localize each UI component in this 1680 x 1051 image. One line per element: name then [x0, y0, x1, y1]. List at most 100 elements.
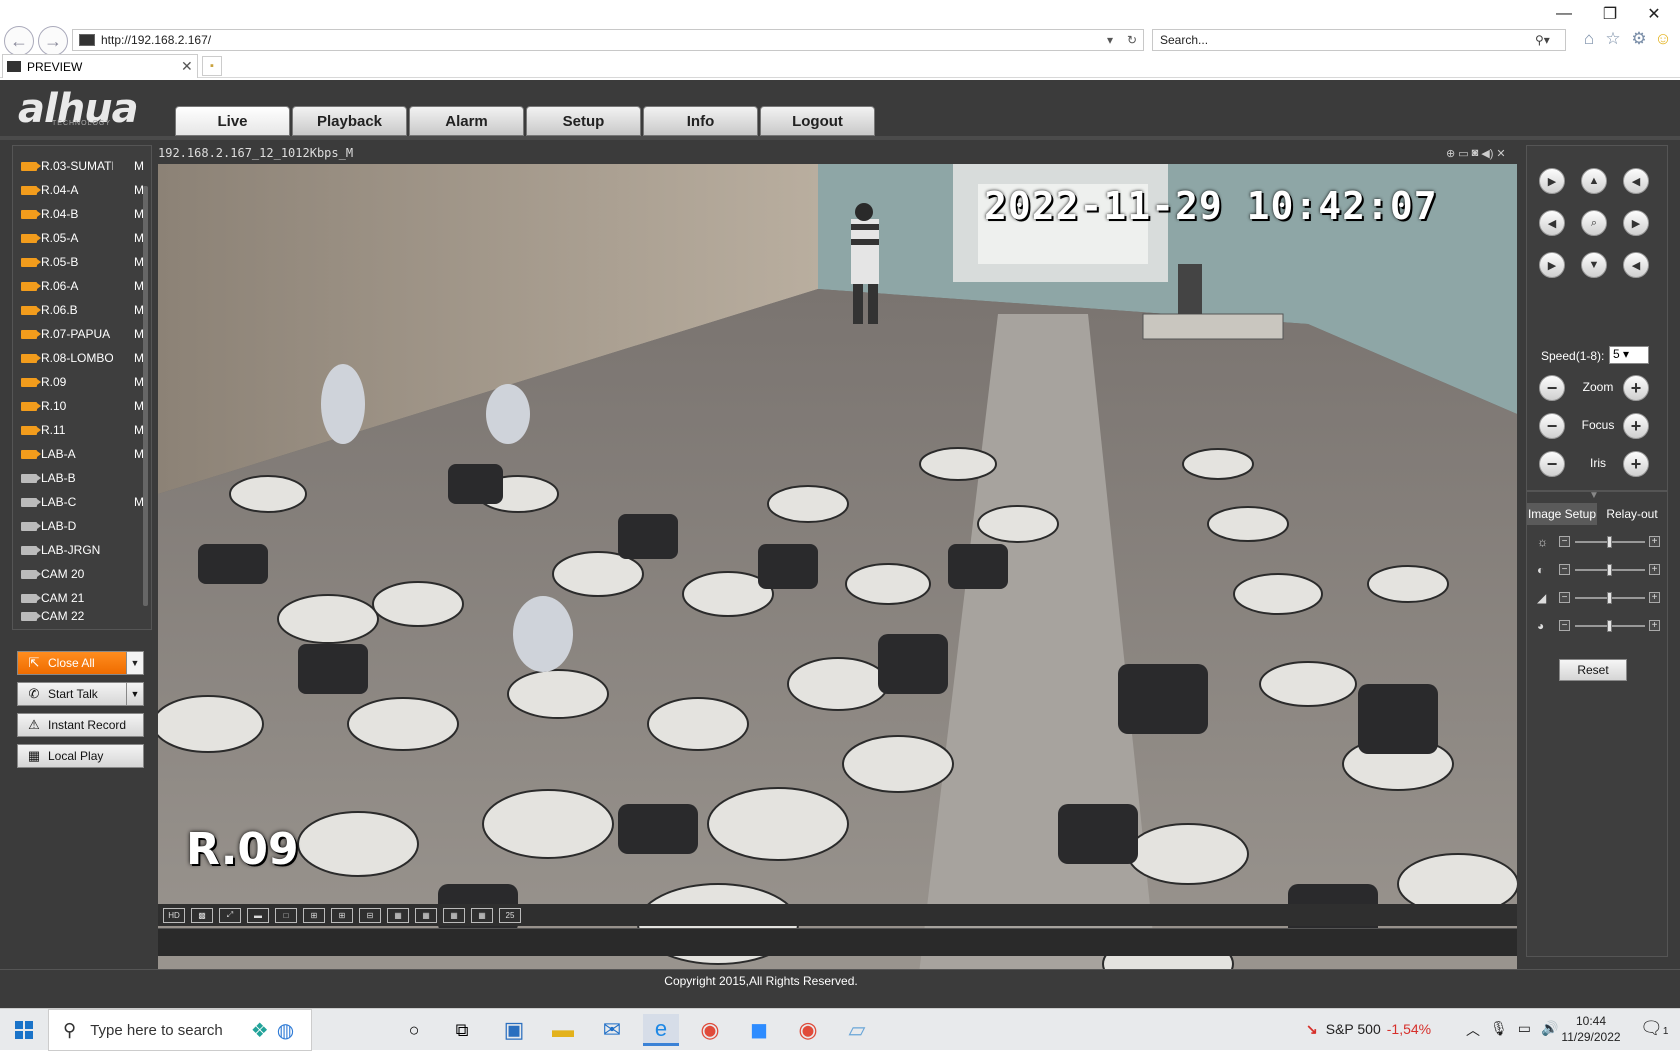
channel-item[interactable]: R.05-B M	[15, 250, 144, 274]
ptz-speed-select[interactable]: 5 ▾	[1609, 346, 1649, 364]
ptz-down-right-icon[interactable]: ◀	[1623, 252, 1649, 278]
ptz-left-icon[interactable]: ◀	[1539, 210, 1565, 236]
stock-widget[interactable]: ↘ S&P 500 -1,54%	[1306, 1021, 1431, 1038]
close-tab-icon[interactable]: ✕	[181, 58, 197, 75]
slider-increase-icon[interactable]: +	[1649, 620, 1660, 631]
channel-item[interactable]: R.04-B M	[15, 202, 144, 226]
home-icon[interactable]: ⌂	[1578, 28, 1600, 50]
start-talk-button[interactable]: ✆ Start Talk ▼	[17, 682, 144, 706]
channel-item[interactable]: R.04-A M	[15, 178, 144, 202]
channel-item[interactable]: LAB-JRGN	[15, 538, 141, 562]
local-play-button[interactable]: ▦ Local Play	[17, 744, 144, 768]
layout-wide-icon[interactable]: ▬	[247, 907, 269, 923]
live-video-view[interactable]: 2022-11-29 10:42:07 R.09	[158, 164, 1517, 982]
mail-icon[interactable]: ✉	[594, 1014, 630, 1046]
ptz-up-left-icon[interactable]: ▶	[1539, 168, 1565, 194]
channel-item[interactable]: LAB-D	[15, 514, 141, 538]
slider-track[interactable]	[1575, 536, 1645, 548]
zoom-in-icon[interactable]: +	[1623, 375, 1649, 401]
tab-logout[interactable]: Logout	[760, 106, 875, 136]
tab-live[interactable]: Live	[175, 106, 290, 136]
iris-minus-icon[interactable]: −	[1539, 451, 1565, 477]
layout-20-icon[interactable]: ▦	[471, 907, 493, 923]
slider-track[interactable]	[1575, 592, 1645, 604]
start-button[interactable]	[0, 1009, 48, 1051]
address-bar[interactable]: http://192.168.2.167/ ▾ ↻	[72, 29, 1144, 51]
layout-6-icon[interactable]: ⊞	[331, 907, 353, 923]
channel-item[interactable]: R.07-PAPUA M	[15, 322, 144, 346]
channel-item[interactable]: R.03-SUMATERA M	[15, 154, 144, 178]
slider-increase-icon[interactable]: +	[1649, 536, 1660, 547]
address-dropdown-icon[interactable]: ▾	[1099, 33, 1121, 47]
audio-icon[interactable]: ◀)	[1481, 147, 1493, 160]
forward-icon[interactable]: →	[38, 26, 68, 56]
channel-item[interactable]: CAM 21	[15, 586, 141, 610]
search-highlight-icon[interactable]: ❖	[251, 1018, 269, 1043]
close-all-button[interactable]: ⇱ Close All ▼	[17, 651, 144, 675]
browser-search-box[interactable]: Search... ⚲▾	[1152, 29, 1566, 51]
address-url[interactable]: http://192.168.2.167/	[101, 33, 1099, 47]
channel-item[interactable]: R.06-A M	[15, 274, 144, 298]
slider-knob[interactable]	[1607, 620, 1612, 632]
fullscreen-icon[interactable]: ⤢	[219, 907, 241, 923]
tab-image-setup[interactable]: Image Setup	[1527, 503, 1597, 525]
instant-record-button[interactable]: ⚠ Instant Record	[17, 713, 144, 737]
ptz-up-right-icon[interactable]: ◀	[1623, 168, 1649, 194]
layout-25-icon[interactable]: 25	[499, 907, 521, 923]
digital-zoom-icon[interactable]: ⊕	[1446, 147, 1455, 160]
slider-decrease-icon[interactable]: −	[1559, 564, 1570, 575]
globe-icon[interactable]: ◍	[277, 1018, 294, 1043]
channel-item[interactable]: R.06.B M	[15, 298, 144, 322]
minimize-button[interactable]: —	[1544, 2, 1584, 26]
close-window-button[interactable]: ✕	[1634, 2, 1674, 26]
tab-info[interactable]: Info	[643, 106, 758, 136]
ptz-auto-focus-icon[interactable]: ⌕	[1581, 210, 1607, 236]
tab-relay-out[interactable]: Relay-out	[1597, 503, 1667, 525]
feedback-smiley-icon[interactable]: ☺	[1652, 28, 1674, 50]
chrome-icon[interactable]: ◉	[692, 1014, 728, 1046]
taskbar-search-box[interactable]: ⚲ Type here to search ❖ ◍	[48, 1009, 312, 1051]
internet-explorer-icon[interactable]: e	[643, 1014, 679, 1046]
slider-knob[interactable]	[1607, 536, 1612, 548]
start-talk-dropdown-icon[interactable]: ▼	[126, 683, 143, 705]
search-placeholder[interactable]: Search...	[1160, 33, 1535, 47]
ptz-down-icon[interactable]: ▼	[1581, 252, 1607, 278]
tab-alarm[interactable]: Alarm	[409, 106, 524, 136]
iris-plus-icon[interactable]: +	[1623, 451, 1649, 477]
channel-item[interactable]: R.11 M	[15, 418, 144, 442]
close-all-dropdown-icon[interactable]: ▼	[126, 652, 143, 674]
channel-list-scrollbar[interactable]	[143, 186, 148, 606]
layout-1-icon[interactable]: □	[275, 907, 297, 923]
file-explorer-icon[interactable]: ▬	[545, 1014, 581, 1046]
slider-increase-icon[interactable]: +	[1649, 564, 1660, 575]
tab-playback[interactable]: Playback	[292, 106, 407, 136]
store-icon[interactable]: ▣	[496, 1014, 532, 1046]
channel-item[interactable]: CAM 22	[15, 610, 141, 622]
channel-item[interactable]: LAB-C M	[15, 490, 144, 514]
tab-setup[interactable]: Setup	[526, 106, 641, 136]
snapshot-icon[interactable]: ◙	[1472, 147, 1479, 160]
layout-16-icon[interactable]: ▦	[443, 907, 465, 923]
channel-item[interactable]: CAM 20	[15, 562, 141, 586]
slider-knob[interactable]	[1607, 564, 1612, 576]
slider-decrease-icon[interactable]: −	[1559, 536, 1570, 547]
channel-stream-flag[interactable]: M	[133, 159, 145, 173]
favorites-star-icon[interactable]: ☆	[1602, 28, 1624, 50]
collapse-arrow-icon[interactable]: ▼	[1589, 490, 1599, 501]
channel-item[interactable]: R.05-A M	[15, 226, 144, 250]
new-tab-icon[interactable]: ▪	[202, 56, 222, 76]
hd-quality-icon[interactable]: HD	[163, 907, 185, 923]
refresh-icon[interactable]: ↻	[1121, 33, 1143, 47]
cortana-icon[interactable]: ○	[396, 1014, 432, 1046]
zoom-app-icon[interactable]: ◼	[741, 1014, 777, 1046]
settings-gear-icon[interactable]: ⚙	[1628, 28, 1650, 50]
focus-plus-icon[interactable]: +	[1623, 413, 1649, 439]
chrome-profile-icon[interactable]: ◉	[790, 1014, 826, 1046]
notepad-icon[interactable]: ▱	[839, 1014, 875, 1046]
search-icon[interactable]: ⚲▾	[1535, 33, 1565, 47]
show-hidden-icons-icon[interactable]: ︿	[1466, 1020, 1480, 1040]
slider-decrease-icon[interactable]: −	[1559, 620, 1570, 631]
slider-track[interactable]	[1575, 620, 1645, 632]
notification-center-icon[interactable]: 🗨1	[1640, 1018, 1668, 1039]
close-video-icon[interactable]: ✕	[1496, 147, 1505, 160]
